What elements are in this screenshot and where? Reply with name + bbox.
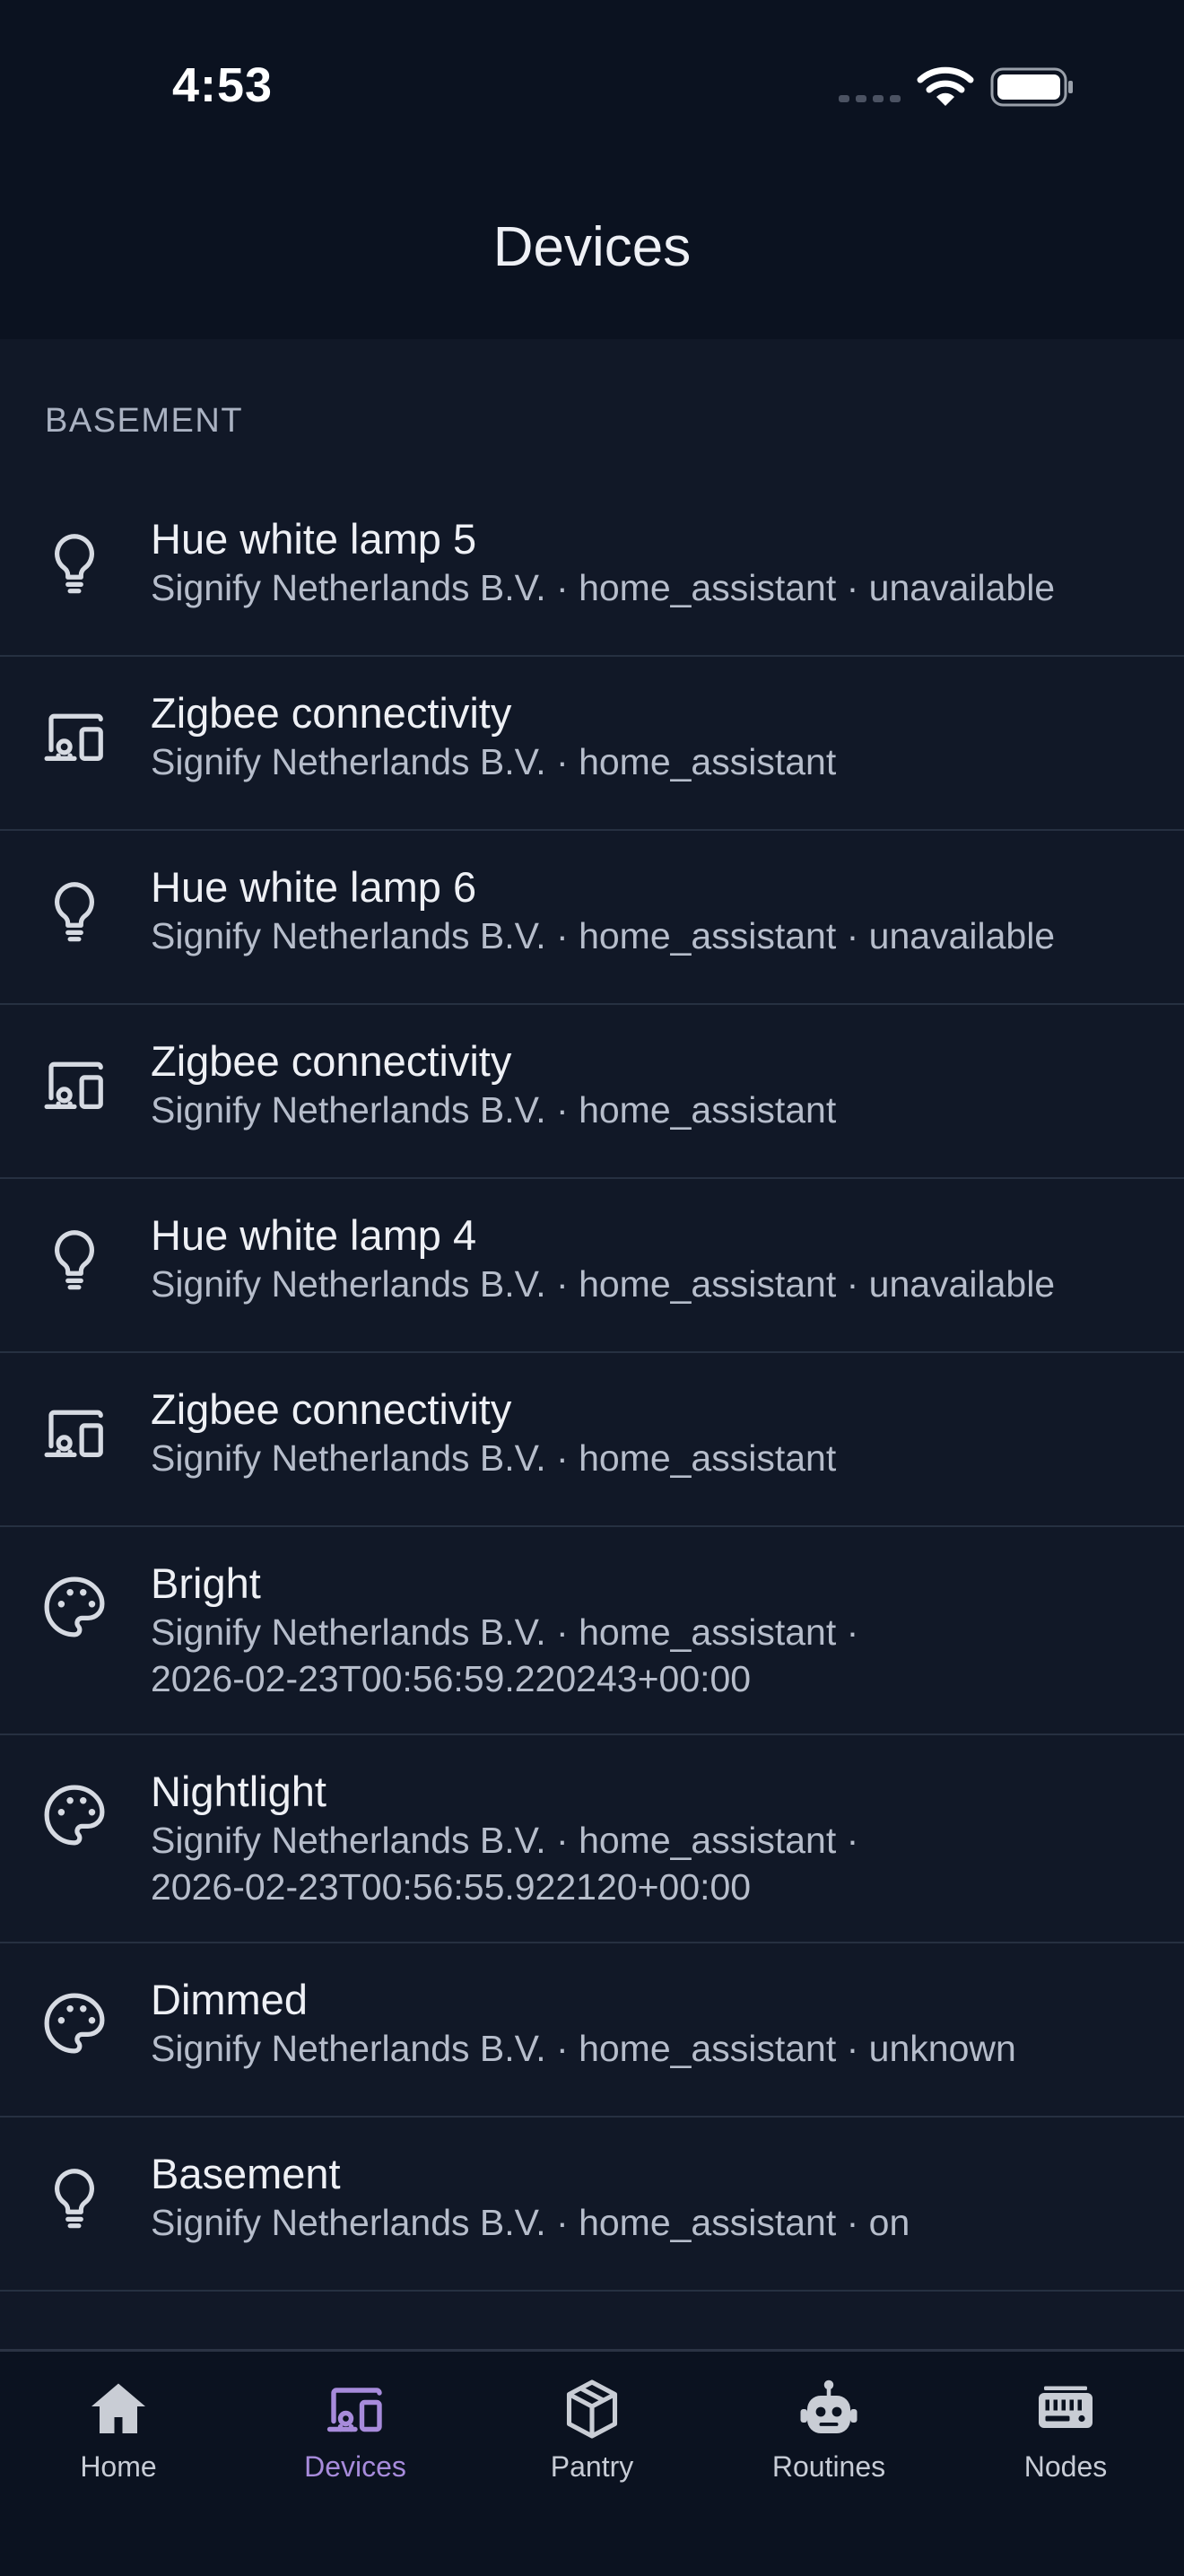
tab-label: Routines [771, 2450, 886, 2483]
palette-icon [39, 1988, 109, 2058]
tab-pantry[interactable]: Pantry [474, 2377, 710, 2502]
device-subtitle: Signify Netherlands B.V. · home_assistan… [151, 1089, 837, 1131]
device-row[interactable]: Zigbee connectivity Signify Netherlands B… [0, 1353, 1184, 1527]
package-icon [474, 2377, 710, 2441]
device-row[interactable]: Zigbee connectivity Signify Netherlands B… [0, 1005, 1184, 1179]
status-bar: 4:53 [0, 0, 1184, 170]
device-subtitle: Signify Netherlands B.V. · home_assistan… [151, 2028, 1016, 2069]
page-title: Devices [492, 216, 692, 278]
device-row[interactable]: Basement Signify Netherlands B.V. · home_… [0, 2118, 1184, 2292]
device-subtitle: Signify Netherlands B.V. · home_assistan… [151, 915, 1056, 956]
status-time: 4:53 [172, 58, 274, 112]
device-subtitle: Signify Netherlands B.V. · home_assistan… [151, 1820, 859, 1861]
device-name: Basement [151, 2150, 341, 2197]
device-list-container[interactable]: BASEMENT Hue white lamp 5 Signify Netherl… [0, 339, 1184, 2349]
devices-icon [39, 1398, 109, 1468]
lightbulb-icon [39, 1224, 109, 1294]
lightbulb-icon [39, 528, 109, 598]
device-name: Dimmed [151, 1976, 308, 2023]
device-name: Bright [151, 1559, 261, 1607]
section-header-basement: BASEMENT [45, 402, 244, 440]
cellular-signal-icon [839, 95, 901, 102]
navigation-bar: Devices [0, 170, 1184, 339]
device-timestamp: 2026-02-23T00:56:55.922120+00:00 [151, 1866, 752, 1908]
tab-label: Devices [304, 2450, 406, 2483]
robot-icon [710, 2377, 947, 2441]
device-name: Zigbee connectivity [151, 689, 512, 737]
tab-routines[interactable]: Routines [710, 2377, 947, 2502]
device-row[interactable]: Hue white lamp 6 Signify Netherlands B.V.… [0, 831, 1184, 1005]
palette-icon [39, 1780, 109, 1850]
device-subtitle: Signify Netherlands B.V. · home_assistan… [151, 1263, 1056, 1305]
device-name: Zigbee connectivity [151, 1037, 512, 1085]
device-name: Hue white lamp 4 [151, 1211, 477, 1259]
device-subtitle: Signify Netherlands B.V. · home_assistan… [151, 1611, 859, 1653]
device-row[interactable]: Dimmed Signify Netherlands B.V. · home_as… [0, 1943, 1184, 2118]
tab-label: Nodes [1023, 2450, 1108, 2483]
device-name: Hue white lamp 5 [151, 515, 477, 563]
device-row[interactable]: Zigbee connectivity Signify Netherlands B… [0, 657, 1184, 831]
device-row[interactable]: Hue white lamp 5 Signify Netherlands B.V.… [0, 483, 1184, 657]
devices-icon [39, 1050, 109, 1120]
device-list: Hue white lamp 5 Signify Netherlands B.V.… [0, 483, 1184, 2292]
device-subtitle: Signify Netherlands B.V. · home_assistan… [151, 2202, 910, 2243]
lightbulb-icon [39, 2162, 109, 2232]
tab-home[interactable]: Home [0, 2377, 237, 2502]
tab-devices[interactable]: Devices [237, 2377, 474, 2502]
tab-label: Home [80, 2450, 157, 2483]
device-name: Hue white lamp 6 [151, 863, 477, 911]
device-name: Zigbee connectivity [151, 1385, 512, 1433]
battery-icon [990, 67, 1073, 107]
palette-icon [39, 1572, 109, 1642]
server-icon [947, 2377, 1184, 2441]
devices-icon [237, 2377, 474, 2441]
device-subtitle: Signify Netherlands B.V. · home_assistan… [151, 567, 1056, 608]
tab-bar: Home Devices Pantry Routines Nodes [0, 2349, 1184, 2576]
home-icon [0, 2377, 237, 2441]
device-subtitle: Signify Netherlands B.V. · home_assistan… [151, 1437, 837, 1479]
device-row[interactable]: Bright Signify Netherlands B.V. · home_as… [0, 1527, 1184, 1735]
device-timestamp: 2026-02-23T00:56:59.220243+00:00 [151, 1658, 752, 1699]
lightbulb-icon [39, 876, 109, 946]
device-name: Nightlight [151, 1768, 326, 1815]
tab-nodes[interactable]: Nodes [947, 2377, 1184, 2502]
device-subtitle: Signify Netherlands B.V. · home_assistan… [151, 741, 837, 782]
wifi-icon [917, 66, 974, 106]
device-row[interactable]: Hue white lamp 4 Signify Netherlands B.V.… [0, 1179, 1184, 1353]
devices-icon [39, 702, 109, 772]
device-row[interactable]: Nightlight Signify Netherlands B.V. · hom… [0, 1735, 1184, 1943]
tab-label: Pantry [550, 2450, 634, 2483]
